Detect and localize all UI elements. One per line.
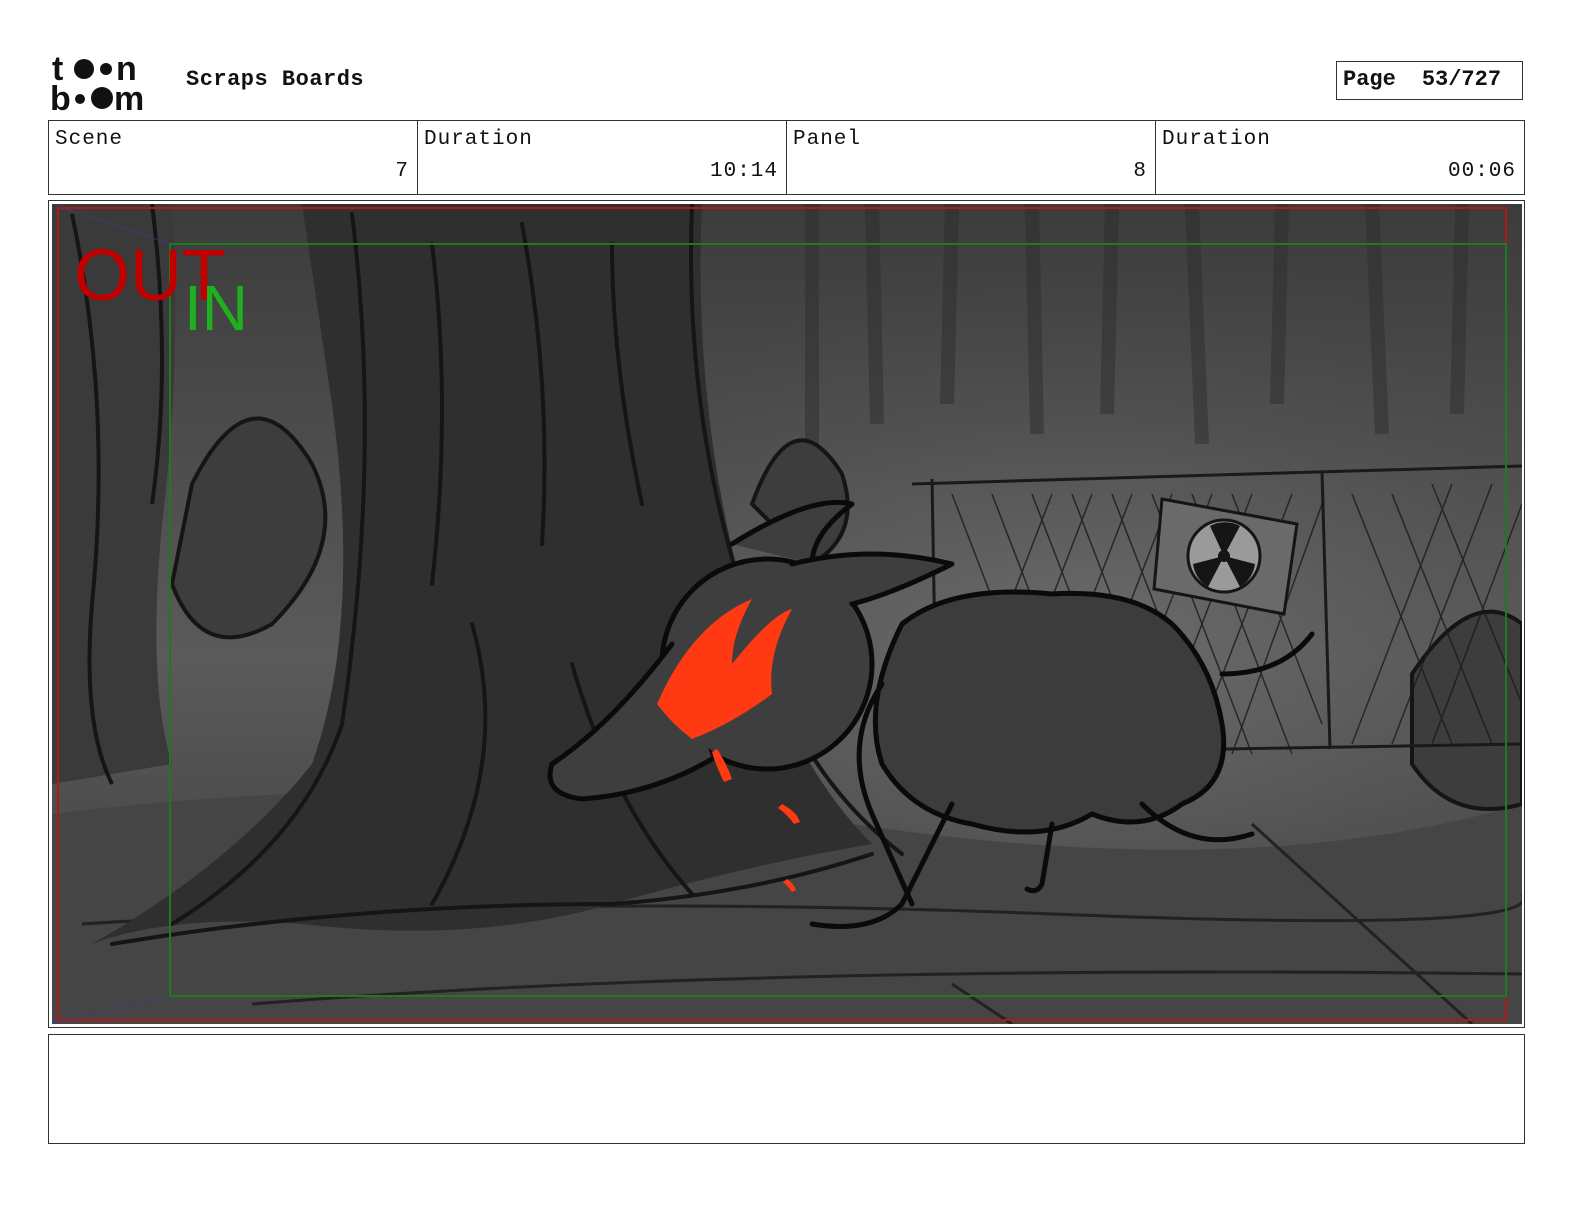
project-title: Scraps Boards	[186, 67, 365, 92]
in-marker: IN	[184, 272, 248, 344]
panel-notes-box	[48, 1034, 1525, 1144]
toonboom-logo-mark: t n b m	[50, 50, 144, 118]
scene-duration-cell: Duration 10:14	[418, 121, 787, 194]
panel-cell: Panel 8	[787, 121, 1156, 194]
panel-duration-cell: Duration 00:06	[1156, 121, 1524, 194]
panel-duration-label: Duration	[1162, 128, 1271, 151]
scene-info-row: Scene 7 Duration 10:14 Panel 8 Duration …	[48, 120, 1525, 195]
page-indicator: Page 53/727	[1336, 61, 1523, 100]
panel-drawing: OUT IN	[52, 204, 1522, 1024]
scene-cell: Scene 7	[49, 121, 418, 194]
svg-text:m: m	[114, 80, 144, 114]
toonboom-logo: t n b m	[50, 50, 166, 118]
svg-text:b: b	[50, 80, 71, 114]
scene-value: 7	[395, 160, 409, 183]
scene-label: Scene	[55, 128, 124, 151]
panel-label: Panel	[793, 128, 862, 151]
storyboard-panel-image: OUT IN	[52, 204, 1522, 1024]
panel-value: 8	[1133, 160, 1147, 183]
panel-duration-value: 00:06	[1447, 160, 1516, 183]
scene-duration-label: Duration	[424, 128, 533, 151]
page-number: 53/727	[1421, 67, 1502, 92]
scene-duration-value: 10:14	[709, 160, 778, 183]
page-label: Page	[1343, 67, 1396, 92]
